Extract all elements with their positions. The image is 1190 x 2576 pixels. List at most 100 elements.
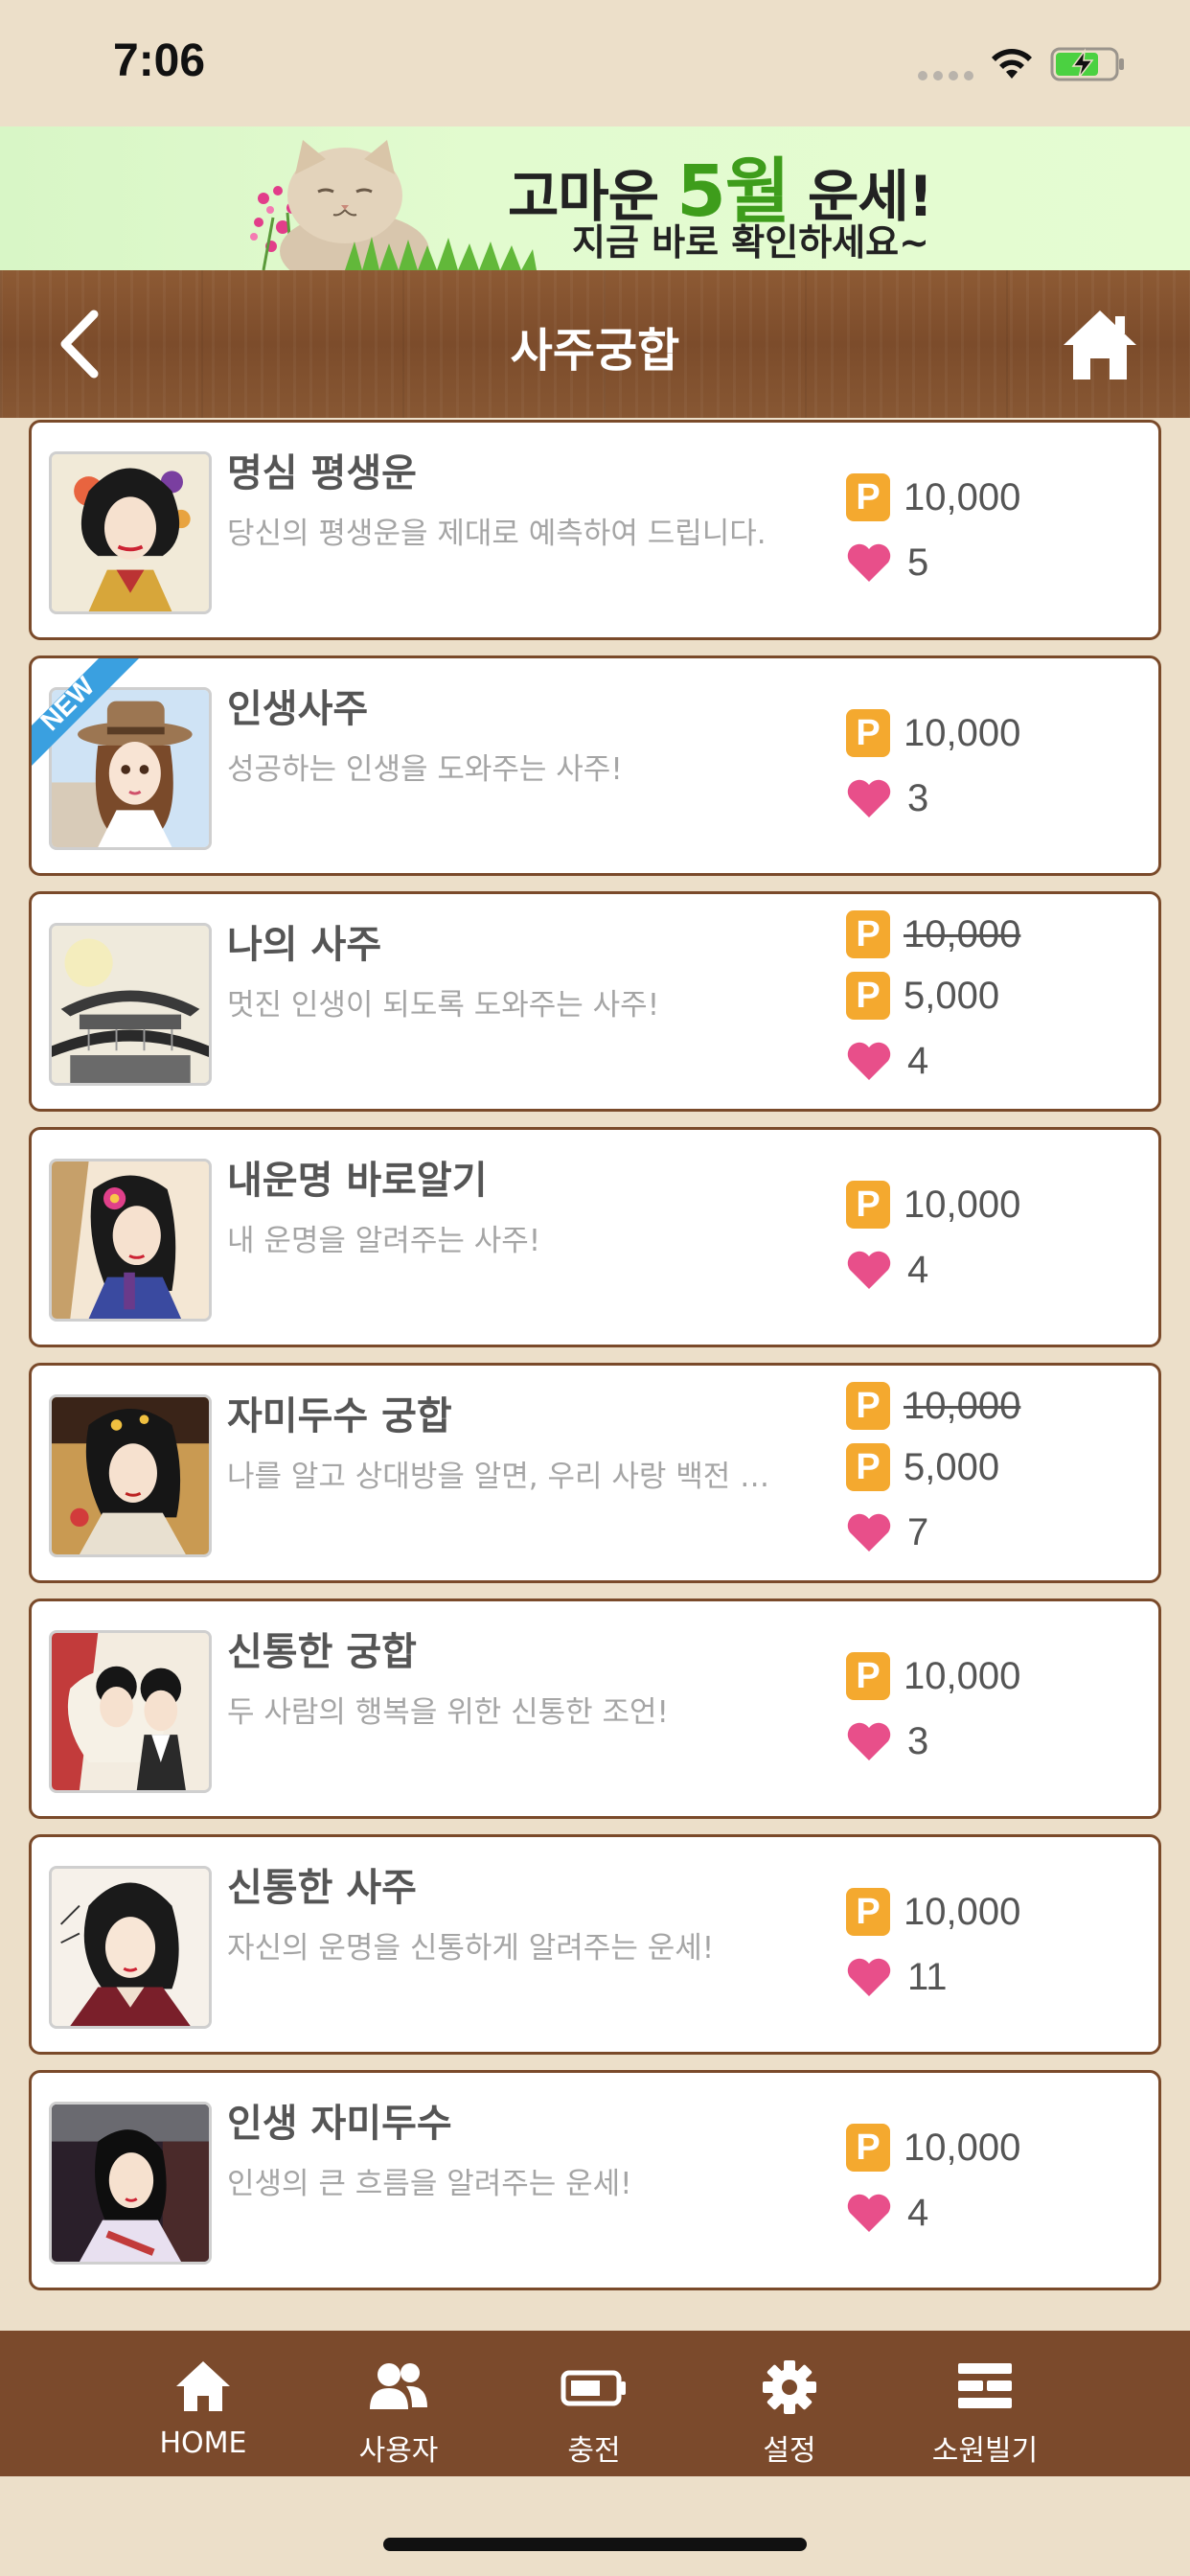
list-item[interactable]: 나의 사주 멋진 인생이 되도록 도와주는 사주! P 10,000 P 5,000 4 (29, 891, 1161, 1112)
item-price: 10,000 (904, 1654, 1021, 1697)
price-row: P 10,000 (846, 2123, 1020, 2173)
like-count: 11 (907, 1955, 948, 1998)
heart-icon (847, 1722, 891, 1760)
new-badge: NEW (32, 658, 156, 783)
item-title: 내운명 바로알기 (227, 1159, 488, 1203)
promo-banner[interactable]: 고마운 5월 운세! 지금 바로 확인하세요~ (0, 126, 1190, 270)
tab-label: 충전 (567, 2434, 621, 2468)
home-indicator[interactable] (383, 2538, 807, 2551)
price-row: P 10,000 (846, 1887, 1020, 1937)
price-info: P 10,000 4 (846, 2073, 1153, 2288)
point-icon: P (846, 473, 890, 521)
heart-icon (847, 1513, 891, 1552)
page-title: 사주궁합 (510, 324, 680, 378)
item-title: 나의 사주 (227, 923, 382, 967)
battery-charge-icon (561, 2370, 626, 2406)
item-price: 10,000 (904, 711, 1021, 754)
item-thumbnail (49, 923, 212, 1086)
item-price: 10,000 (904, 1183, 1021, 1226)
like-count: 5 (907, 540, 929, 584)
price-row: P 5,000 (846, 1442, 999, 1492)
price-info: P 10,000 P 5,000 4 (846, 894, 1153, 1109)
like-count: 3 (907, 1719, 929, 1762)
item-thumbnail (49, 1159, 212, 1322)
home-icon[interactable] (1060, 307, 1140, 383)
price-info: P 10,000 3 (846, 1601, 1153, 1816)
price-row: P 10,000 (846, 708, 1020, 758)
item-description: 나를 알고 상대방을 알면, 우리 사랑 백전 백승! (227, 1460, 783, 1494)
like-count: 4 (907, 2191, 929, 2234)
heart-icon (847, 2194, 891, 2232)
point-icon: P (846, 972, 890, 1020)
tab-home[interactable]: HOME (126, 2331, 280, 2476)
cellular-signal-icon (918, 71, 973, 80)
tab-users[interactable]: 사용자 (322, 2331, 475, 2476)
home-icon (176, 2361, 230, 2411)
tab-settings[interactable]: 설정 (713, 2331, 866, 2476)
point-icon: P (846, 709, 890, 757)
item-description: 멋진 인생이 되도록 도와주는 사주! (227, 988, 660, 1023)
list-item[interactable]: 인생 자미두수 인생의 큰 흐름을 알려주는 운세! P 10,000 4 (29, 2070, 1161, 2290)
point-icon: P (846, 1382, 890, 1430)
wifi-icon (992, 49, 1032, 79)
item-price: 5,000 (904, 1445, 1000, 1488)
original-price: 10,000 (904, 912, 1021, 955)
like-row: 4 (846, 1245, 928, 1295)
price-info: P 10,000 P 5,000 7 (846, 1366, 1153, 1580)
item-description: 인생의 큰 흐름을 알려주는 운세! (227, 2167, 632, 2201)
list-item[interactable]: 신통한 사주자신의 운명을 신통하게 알려주는 운세! P 10,000 11 (29, 1834, 1161, 2055)
grass-illustration (345, 237, 537, 270)
tab-wish[interactable]: 소원빌기 (908, 2331, 1062, 2476)
list-item[interactable]: 내운명 바로알기내 운명을 알려주는 사주! P 10,000 4 (29, 1127, 1161, 1347)
item-price: 10,000 (904, 475, 1021, 518)
wish-icon (958, 2363, 1012, 2408)
item-price: 5,000 (904, 974, 1000, 1017)
original-price-row: P 10,000 (846, 909, 1020, 959)
item-thumbnail (49, 1630, 212, 1793)
item-thumbnail (49, 2102, 212, 2265)
item-title: 인생사주 (227, 687, 369, 731)
banner-subtitle: 지금 바로 확인하세요~ (572, 221, 929, 264)
item-description: 두 사람의 행복을 위한 신통한 조언! (227, 1695, 669, 1730)
status-bar: 7:06 (0, 0, 1190, 126)
price-row: P 10,000 (846, 1180, 1020, 1230)
price-row: P 10,000 (846, 1651, 1020, 1701)
heart-icon (847, 1958, 891, 1996)
tab-label: HOME (159, 2426, 247, 2460)
like-row: 4 (846, 2188, 928, 2238)
item-price: 10,000 (904, 2126, 1021, 2169)
like-row: 7 (846, 1507, 928, 1557)
point-icon: P (846, 1652, 890, 1700)
item-thumbnail (49, 1394, 212, 1557)
point-icon: P (846, 1888, 890, 1936)
item-title: 신통한 사주 (227, 1866, 417, 1910)
price-info: P 10,000 3 (846, 658, 1153, 873)
like-count: 4 (907, 1248, 929, 1291)
point-icon: P (846, 1181, 890, 1229)
item-title: 자미두수 궁합 (227, 1394, 452, 1438)
like-row: 5 (846, 538, 928, 587)
like-row: 3 (846, 773, 928, 823)
tab-label: 사용자 (358, 2434, 439, 2468)
item-thumbnail (49, 1866, 212, 2029)
heart-icon (847, 1042, 891, 1080)
original-price: 10,000 (904, 1384, 1021, 1427)
item-title: 신통한 궁합 (227, 1630, 417, 1674)
item-description: 자신의 운명을 신통하게 알려주는 운세! (227, 1931, 715, 1966)
bottom-tab-bar: HOME 사용자 충전 설정 소원빌기 (0, 2331, 1190, 2476)
navigation-header: 사주궁합 (0, 270, 1190, 418)
heart-icon (847, 779, 891, 817)
tab-charge[interactable]: 충전 (517, 2331, 671, 2476)
item-description: 내 운명을 알려주는 사주! (227, 1224, 541, 1258)
price-info: P 10,000 4 (846, 1130, 1153, 1345)
item-description: 당신의 평생운을 제대로 예측하여 드립니다. (227, 517, 767, 551)
item-price: 10,000 (904, 1890, 1021, 1933)
like-row: 3 (846, 1716, 928, 1766)
list-item[interactable]: 신통한 궁합두 사람의 행복을 위한 신통한 조언! P 10,000 3 (29, 1598, 1161, 1819)
like-row: 11 (846, 1952, 948, 2002)
list-item[interactable]: NEW 인생사주 성공하는 인생을 도와주는 사주! P 10,000 3 (29, 656, 1161, 876)
like-count: 7 (907, 1510, 929, 1553)
list-item[interactable]: 명심 평생운당신의 평생운을 제대로 예측하여 드립니다. P 10,000 5 (29, 420, 1161, 640)
list-item[interactable]: 자미두수 궁합나를 알고 상대방을 알면, 우리 사랑 백전 백승! P 10,00… (29, 1363, 1161, 1583)
item-title: 명심 평생운 (227, 451, 417, 495)
